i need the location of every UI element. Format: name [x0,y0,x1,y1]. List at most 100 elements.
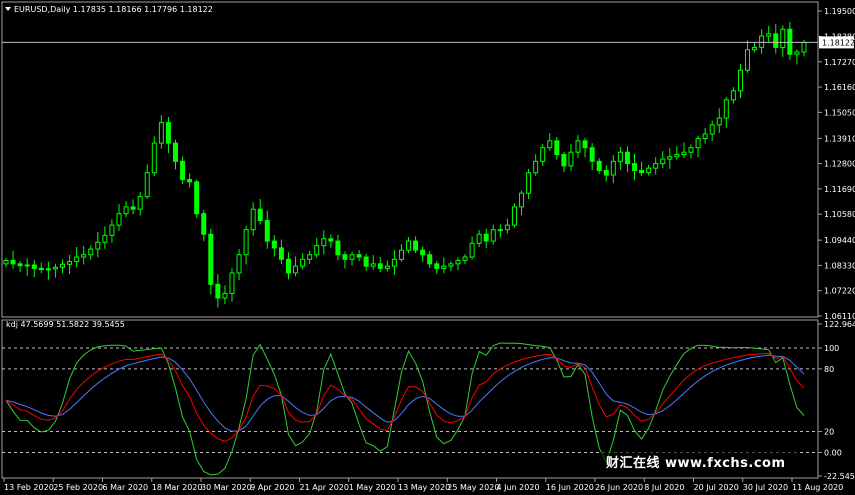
x-tick-label: 8 Jul 2020 [644,483,684,492]
candle-body [455,259,461,265]
candlestick [229,268,235,302]
x-tick-label: 1 May 2020 [349,483,396,492]
candlestick [10,250,16,269]
candle-body [441,265,447,269]
candle-body [413,240,419,251]
candle-body [95,241,101,250]
candlestick [215,274,221,308]
indicator-tick-label: 100 [824,344,839,353]
candlestick [737,63,743,99]
price-tick-label: 1.07220 [824,287,855,296]
candlestick [67,254,73,274]
price-tick-label: 1.11690 [824,185,855,194]
candlestick [455,257,461,271]
candlestick [307,250,313,264]
candlestick [123,201,129,218]
candlestick [250,202,256,236]
candlestick [144,164,150,199]
candlestick [462,254,468,265]
candle-body [398,249,404,260]
candle-body [519,192,525,208]
candlestick [497,224,503,238]
candlestick [59,259,65,274]
price-tick-label: 1.17270 [824,58,855,67]
candlestick [603,165,609,182]
candle-body [511,206,517,226]
candle-body [702,133,708,140]
candle-body [236,254,242,274]
candle-body [497,229,503,232]
candle-body [540,147,546,162]
candlestick [271,235,277,257]
candlestick [31,259,37,278]
candlestick [165,116,171,154]
candle-body [554,140,560,156]
candlestick [45,261,51,280]
candlestick [780,25,786,58]
candlestick [406,236,412,254]
candle-body [730,90,736,101]
candlestick [278,239,284,264]
candlestick [773,23,779,54]
candle-body [681,151,687,156]
candlestick [236,249,242,280]
candle-body [688,147,694,153]
x-tick-label: 4 Jun 2020 [497,483,540,492]
chart-menu-triangle-icon[interactable] [5,7,11,11]
candle-body [716,117,722,126]
candle-body [59,263,65,268]
candle-body [229,272,235,294]
candlestick [342,251,348,269]
candle-body [165,122,171,144]
candle-body [10,259,16,265]
candlestick [660,150,666,168]
candle-body [780,28,786,48]
candle-body [766,33,772,37]
price-chart-pane[interactable]: 1.195001.183801.172701.161601.150501.139… [1,1,855,321]
candle-body [102,234,108,243]
candle-body [194,181,200,215]
candlestick [243,225,249,265]
candlestick [667,148,673,169]
candlestick [130,199,136,215]
candle-body [667,156,673,160]
candle-body [391,258,397,267]
candlestick [441,257,447,274]
candlestick [208,228,214,295]
candle-body [151,142,157,174]
candle-body [420,249,426,256]
x-tick-label: 25 May 2020 [447,483,499,492]
candlestick [3,258,9,268]
candle-body [38,267,44,271]
candle-body [180,160,186,181]
candle-body [794,51,800,55]
watermark-text: 财汇在线 www.fxchs.com [606,455,786,471]
candlestick [427,251,433,269]
candlestick [116,204,122,231]
trading-chart[interactable]: 1.195001.183801.172701.161601.150501.139… [0,0,855,495]
candle-body [504,224,510,231]
candlestick [38,262,44,274]
candle-body [67,261,73,265]
candlestick [533,154,539,176]
candle-body [646,167,652,174]
candlestick [17,261,23,273]
candle-body [561,154,567,167]
candlestick [695,135,701,158]
candlestick [391,250,397,275]
candlestick [257,199,263,225]
price-tick-label: 1.19500 [824,7,855,16]
candlestick [194,179,200,218]
candle-body [476,233,482,244]
candlestick [540,144,546,166]
candle-body [490,229,496,242]
candle-body [610,160,616,176]
candle-body [271,240,277,249]
candlestick [730,87,736,104]
candle-body [257,208,263,222]
candle-body [52,266,58,270]
candlestick [688,144,694,159]
candle-body [582,140,588,149]
candlestick [74,246,80,268]
candlestick [589,143,595,171]
